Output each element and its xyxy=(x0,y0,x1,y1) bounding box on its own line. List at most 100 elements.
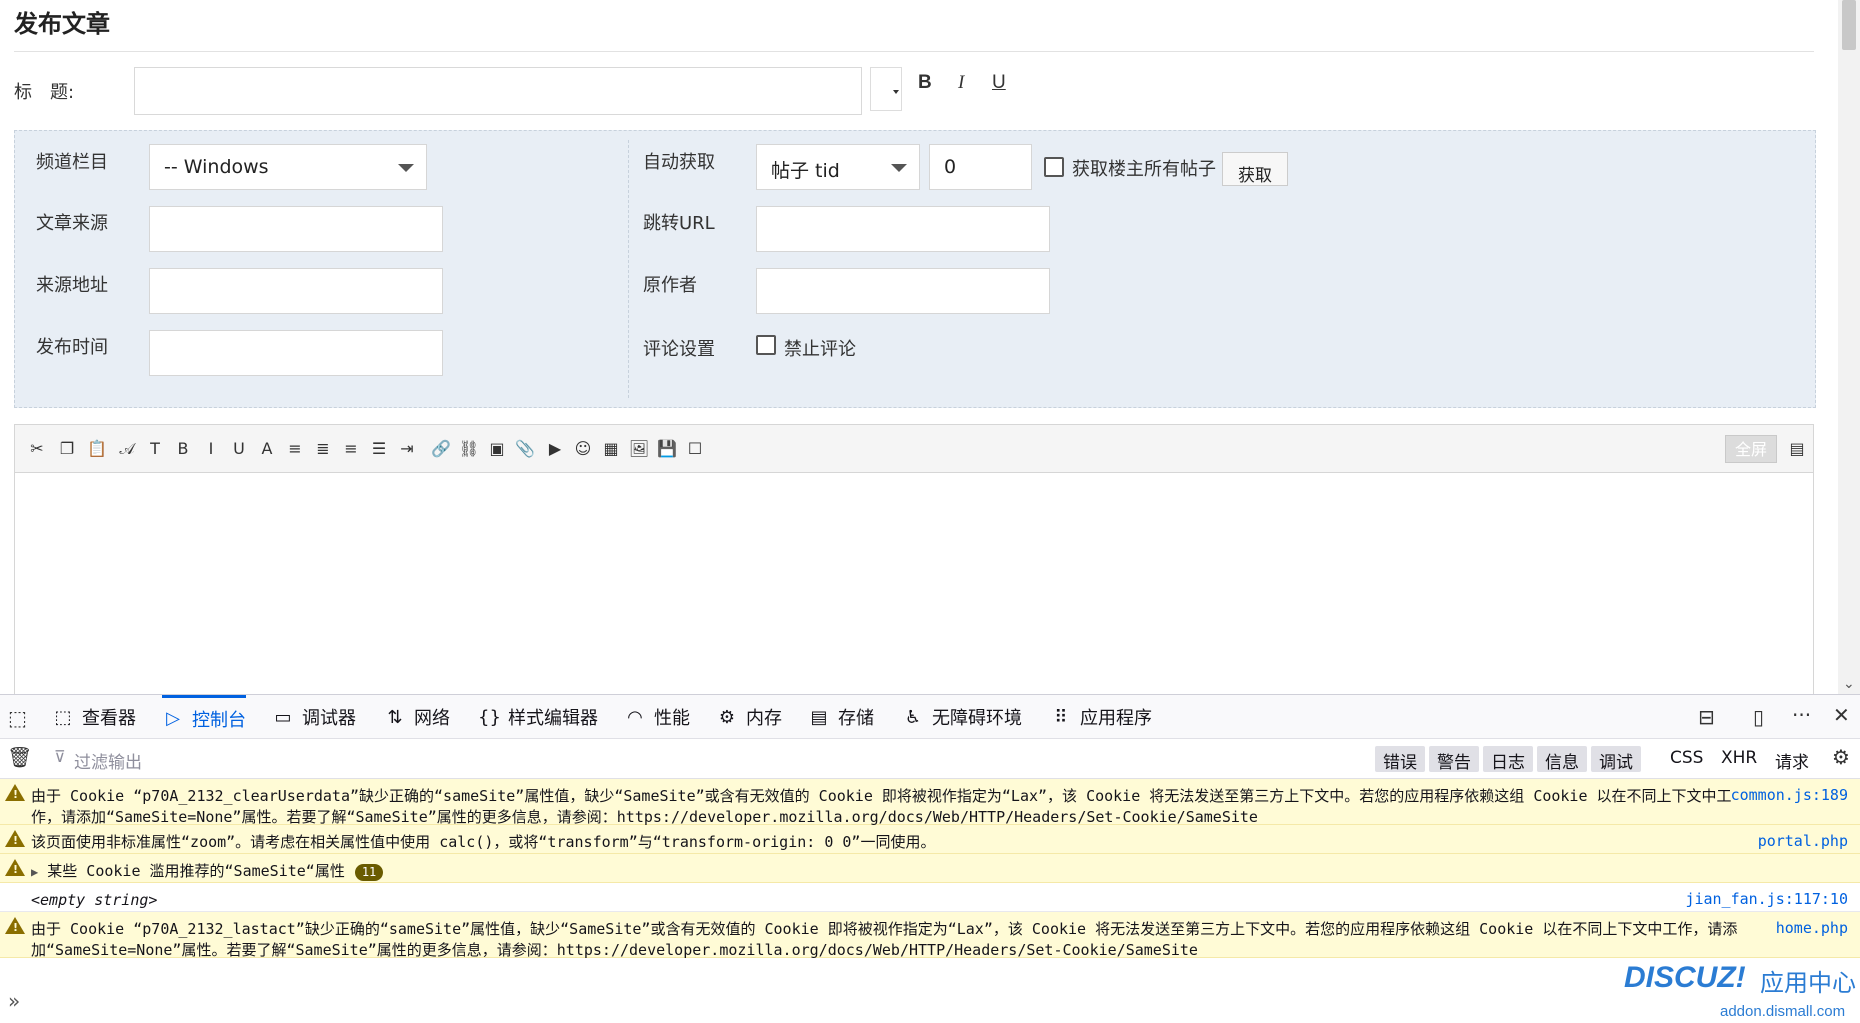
devtools-tab-label: 样式编辑器 xyxy=(508,708,598,729)
debugger-icon: ▭ xyxy=(274,706,292,728)
insert-image-icon[interactable]: 🖼 xyxy=(627,437,651,461)
devtools-tab[interactable]: ◠ 性能 xyxy=(624,695,690,739)
align-center-icon[interactable]: ≣ xyxy=(311,437,335,461)
meta-divider xyxy=(628,140,629,398)
link-icon[interactable]: 🔗 xyxy=(429,437,453,461)
console-filter-input[interactable]: 过滤输出 xyxy=(74,748,142,773)
title-italic-button[interactable]: I xyxy=(958,72,964,94)
italic-icon[interactable]: I xyxy=(199,437,223,461)
devtools-tab[interactable]: ⠿ 应用程序 xyxy=(1050,695,1152,739)
message-text: 由于 Cookie “p70A_2132_lastact”缺少正确的“sameS… xyxy=(31,920,1738,959)
ordered-list-icon[interactable]: ☰ xyxy=(367,437,391,461)
group-label: 某些 Cookie 滥用推荐的“SameSite“属性 xyxy=(47,862,345,880)
watermark-url: addon.dismall.com xyxy=(1720,1003,1846,1020)
checkbox-icon[interactable]: ☐ xyxy=(683,437,707,461)
font-color-icon[interactable]: A xyxy=(255,437,279,461)
disable-comment-checkbox[interactable] xyxy=(756,335,776,355)
rich-text-editor[interactable]: 全屏 ▤ ✂ ❐ 📋 𝒜 T B I U A ≡ ≣ ≡ ☰ ⇥ 🔗 ⛓ ▣ 📎 ▶ ☺ ▦ 🖼 💾 ☐ xyxy=(14,424,1814,694)
source-mode-icon[interactable]: ▤ xyxy=(1785,437,1809,461)
devtools-tab[interactable]: ⬚ 查看器 xyxy=(52,695,136,739)
align-right-icon[interactable]: ≡ xyxy=(339,437,363,461)
message-source-link[interactable]: home.php xyxy=(1776,919,1848,937)
devtools-tab-label: 控制台 xyxy=(192,709,246,731)
copy-icon[interactable]: ❐ xyxy=(55,437,79,461)
scroll-down-icon[interactable]: ⌄ xyxy=(1843,676,1855,692)
tid-input[interactable]: 0 xyxy=(929,144,1032,190)
style-editor-icon: {} xyxy=(478,706,501,728)
channel-select[interactable]: -- Windows xyxy=(149,144,427,190)
scrollbar-thumb[interactable] xyxy=(1842,0,1856,50)
all-posts-checkbox[interactable] xyxy=(1044,157,1064,177)
title-bold-button[interactable]: B xyxy=(918,72,932,94)
devtools-tab[interactable]: ⇅ 网络 xyxy=(384,695,450,739)
title-input[interactable] xyxy=(134,67,862,115)
page-scrollbar[interactable]: ⌄ xyxy=(1838,0,1860,694)
fetch-button[interactable]: 获取 xyxy=(1222,152,1288,186)
devtools-tab[interactable]: ▤ 存储 xyxy=(808,695,874,739)
all-posts-label: 获取楼主所有帖子 xyxy=(1072,159,1216,180)
devtools-tab-label: 应用程序 xyxy=(1080,708,1152,729)
source-input[interactable] xyxy=(149,206,443,252)
chevron-down-icon xyxy=(891,164,907,172)
indent-icon[interactable]: ⇥ xyxy=(395,437,419,461)
filter-debug[interactable]: 调试 xyxy=(1591,746,1641,773)
expand-arrow-icon[interactable]: ▶ xyxy=(31,865,38,879)
devtools-tab-label: 查看器 xyxy=(82,708,136,729)
filter-warnings[interactable]: 警告 xyxy=(1429,746,1479,773)
message-source-link[interactable]: common.js:189 xyxy=(1731,786,1848,804)
title-color-picker[interactable] xyxy=(870,67,902,111)
close-icon[interactable]: ✕ xyxy=(1833,703,1850,727)
filter-errors[interactable]: 错误 xyxy=(1375,746,1425,773)
message-text: 由于 Cookie “p70A_2132_clearUserdata”缺少正确的… xyxy=(31,787,1732,826)
devtools-tab-label: 调试器 xyxy=(302,708,356,729)
filter-requests[interactable]: 请求 xyxy=(1775,748,1809,773)
devtools-tab[interactable]: {} 样式编辑器 xyxy=(478,695,598,739)
source-url-input[interactable] xyxy=(149,268,443,314)
title-underline-button[interactable]: U xyxy=(992,72,1006,94)
message-source-link[interactable]: portal.php xyxy=(1758,832,1848,850)
dock-icon[interactable]: ⊟ xyxy=(1698,705,1715,729)
devtools-tab[interactable]: ▷ 控制台 xyxy=(162,695,246,739)
inspector-icon: ⬚ xyxy=(54,706,72,728)
image-icon[interactable]: ▣ xyxy=(485,437,509,461)
trash-icon[interactable]: 🗑 xyxy=(7,745,32,769)
tid-select[interactable]: 帖子 tid xyxy=(756,144,920,190)
filter-info[interactable]: 信息 xyxy=(1537,746,1587,773)
fullscreen-button[interactable]: 全屏 xyxy=(1725,435,1777,463)
source-url-label: 来源地址 xyxy=(36,275,108,296)
video-icon[interactable]: ▶ xyxy=(543,437,567,461)
emoji-icon[interactable]: ☺ xyxy=(571,437,595,461)
message-source-link[interactable]: jian_fan.js:117:10 xyxy=(1685,890,1848,908)
align-left-icon[interactable]: ≡ xyxy=(283,437,307,461)
devtools-tab-label: 内存 xyxy=(746,708,782,729)
devtools-tab[interactable]: ♿ 无障碍环境 xyxy=(902,695,1022,739)
bold-icon[interactable]: B xyxy=(171,437,195,461)
responsive-design-icon[interactable]: ▯ xyxy=(1753,705,1764,729)
channel-select-value: -- Windows xyxy=(164,156,269,178)
filter-xhr[interactable]: XHR xyxy=(1721,748,1757,768)
console-message-group[interactable]: ▶ 某些 Cookie 滥用推荐的“SameSite“属性 11 xyxy=(0,854,1860,883)
more-options-icon[interactable]: ··· xyxy=(1792,703,1811,727)
element-picker-icon[interactable]: ⬚ xyxy=(8,706,27,730)
cut-icon[interactable]: ✂ xyxy=(25,437,49,461)
table-icon[interactable]: ▦ xyxy=(599,437,623,461)
underline-icon[interactable]: U xyxy=(227,437,251,461)
unlink-icon[interactable]: ⛓ xyxy=(457,437,481,461)
paste-icon[interactable]: 📋 xyxy=(85,437,109,461)
settings-gear-icon[interactable]: ⚙ xyxy=(1832,745,1850,769)
publish-time-input[interactable] xyxy=(149,330,443,376)
attachment-icon[interactable]: 📎 xyxy=(513,437,537,461)
font-size-icon[interactable]: T xyxy=(143,437,167,461)
tid-select-value: 帖子 tid xyxy=(771,160,840,182)
warning-icon xyxy=(5,784,25,801)
devtools-tab[interactable]: ▭ 调试器 xyxy=(272,695,356,739)
filter-css[interactable]: CSS xyxy=(1670,748,1703,768)
devtools-tab[interactable]: ⚙ 内存 xyxy=(716,695,782,739)
chevron-down-icon xyxy=(893,90,899,94)
font-family-icon[interactable]: 𝒜 xyxy=(115,437,139,461)
redirect-url-input[interactable] xyxy=(756,206,1050,252)
devtools-tabbar: ⬚ ⬚ 查看器 ▷ 控制台 ▭ 调试器 ⇅ 网络 {} 样式编辑器 ◠ 性能 ⚙ 内存 ▤ 存储 ♿ 无障碍环境 ⠿… xyxy=(0,695,1860,739)
filter-logs[interactable]: 日志 xyxy=(1483,746,1533,773)
save-icon[interactable]: 💾 xyxy=(655,437,679,461)
author-input[interactable] xyxy=(756,268,1050,314)
